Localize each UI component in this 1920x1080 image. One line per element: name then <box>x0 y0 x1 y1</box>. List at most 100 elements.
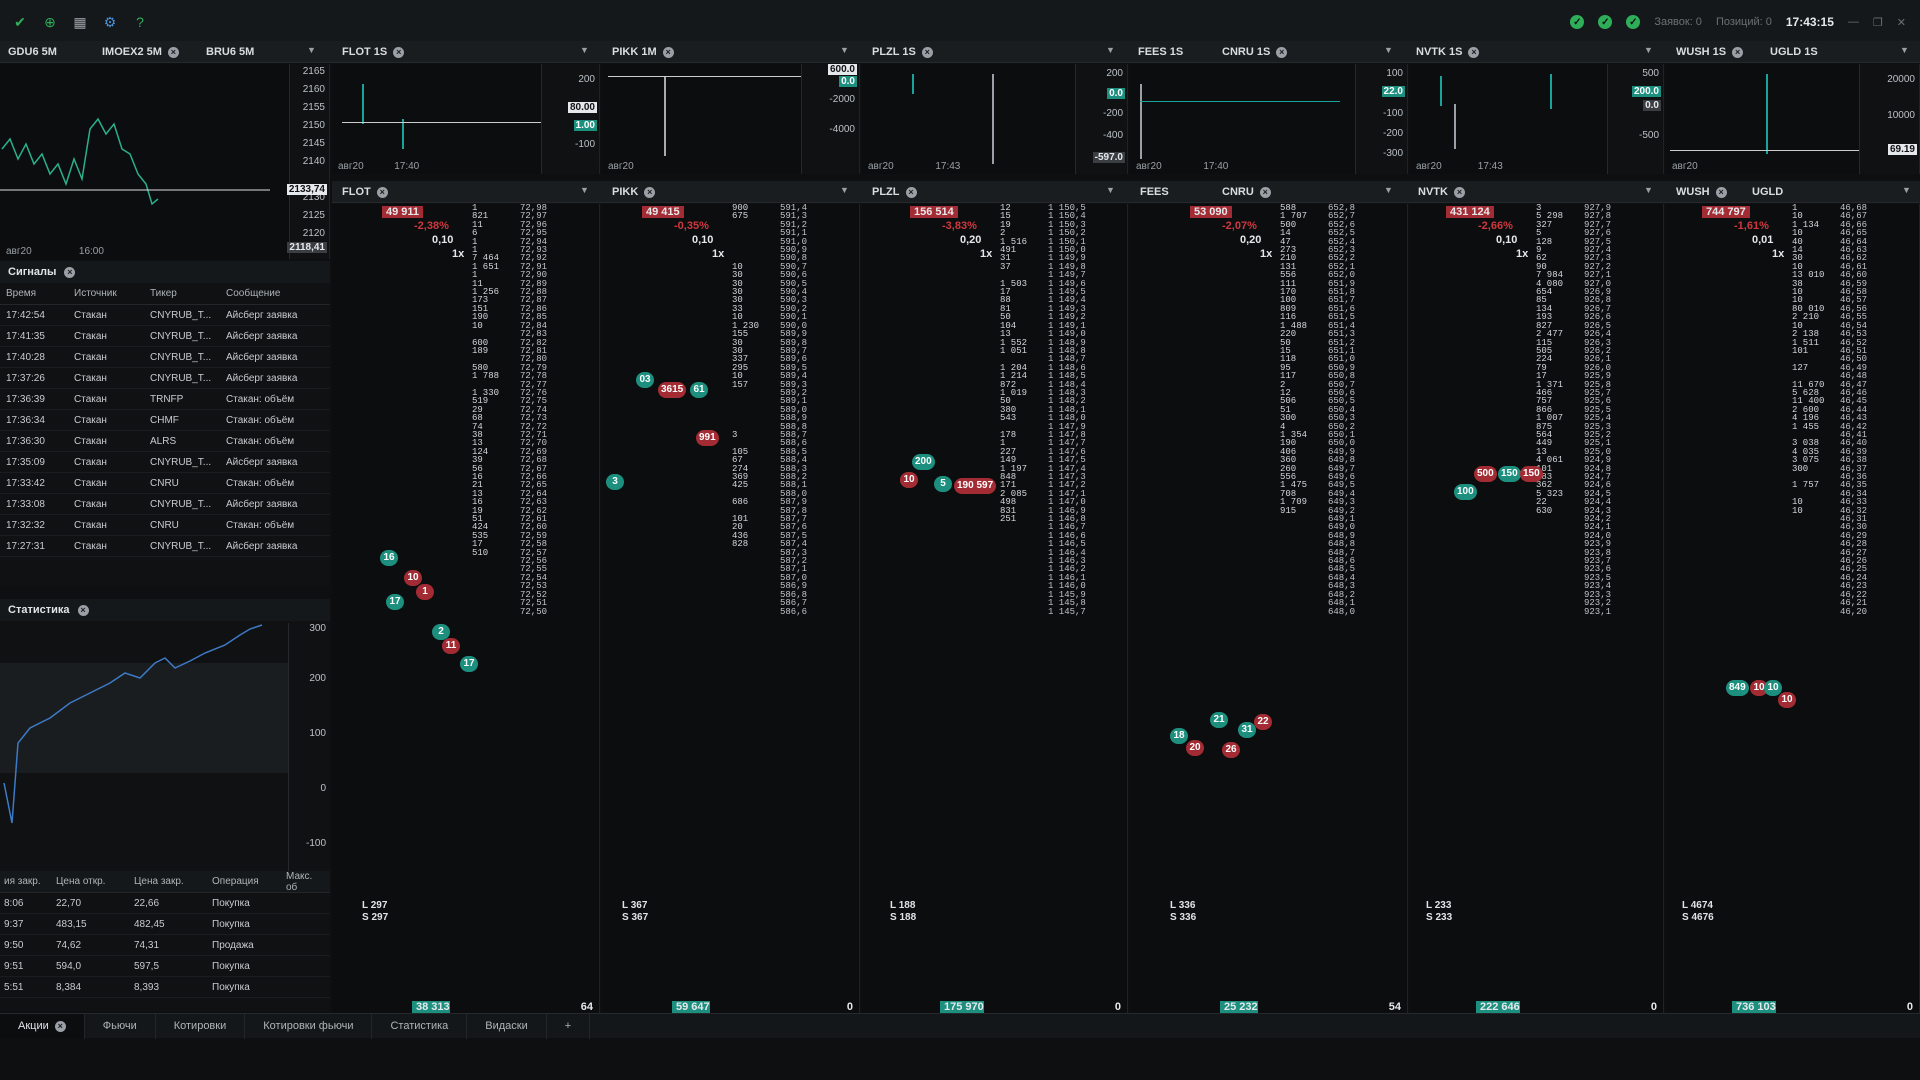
trade-row[interactable]: 9:37 483,15 482,45 Покупка <box>0 914 330 935</box>
add-tab-button[interactable]: + <box>547 1013 591 1039</box>
trade-bubble[interactable]: 991 <box>696 430 719 446</box>
chevron-down-icon[interactable]: ▼ <box>1644 45 1653 55</box>
tab-workspace[interactable]: Фьючи <box>85 1013 156 1039</box>
mini-chart-ugld[interactable]: 20000 10000 69.19 авг20 <box>1666 64 1920 174</box>
maximize-icon[interactable]: ❐ <box>1873 16 1883 29</box>
order-book-nvtk[interactable]: 431 124 -2,66% 0,10 1x 3 5 298 327 5 128… <box>1410 204 1664 1013</box>
price-ladder[interactable]: 72,98 72,97 72,96 72,95 72,94 72,93 72,9… <box>520 204 568 1013</box>
chevron-down-icon[interactable]: ▼ <box>1384 45 1393 55</box>
tab-workspace[interactable]: Видаски <box>467 1013 547 1039</box>
order-book-pikk[interactable]: 49 415 -0,35% 0,10 1x 900 675 10 30 30 3… <box>602 204 860 1013</box>
signal-row[interactable]: 17:42:54 Стакан CNYRUB_T... Айсберг заявка <box>0 305 330 326</box>
tab-chart[interactable]: NVTK 1S × <box>1416 44 1480 60</box>
chevron-down-icon[interactable]: ▼ <box>580 185 589 195</box>
tab-chart[interactable]: FLOT 1S × <box>342 44 405 60</box>
tab-chart[interactable]: IMOEX2 5M × <box>102 44 179 60</box>
mini-chart-cnru[interactable]: 100 -100 -200 -300 22.0 авг20 17:40 <box>1130 64 1408 174</box>
tab-orderbook[interactable]: FEES <box>1140 184 1169 200</box>
chevron-down-icon[interactable]: ▼ <box>1106 45 1115 55</box>
signal-row[interactable]: 17:36:34 Стакан CHMF Стакан: объём <box>0 410 330 431</box>
chevron-down-icon[interactable]: ▼ <box>1900 45 1909 55</box>
tab-orderbook[interactable]: CNRU × <box>1222 184 1271 200</box>
tab-chart[interactable]: PIKK 1M × <box>612 44 674 60</box>
trade-bubble[interactable]: 190 597 <box>954 478 997 494</box>
mini-chart-plzl[interactable]: 200 -200 -400 0.0 -597.0 авг20 17:43 <box>862 64 1128 174</box>
trade-bubble[interactable]: 22 <box>1254 714 1272 730</box>
tab-chart[interactable]: GDU6 5M <box>8 44 57 60</box>
order-book-cnru[interactable]: 53 090 -2,07% 0,20 1x 588 1 707 500 14 4… <box>1130 204 1408 1013</box>
orders-counter[interactable]: Заявок: 0 <box>1654 16 1702 28</box>
price-ladder[interactable]: 927,9 927,8 927,7 927,6 927,5 927,4 927,… <box>1584 204 1632 1013</box>
trade-bubble[interactable]: 3615 <box>658 382 687 398</box>
signal-row[interactable]: 17:37:26 Стакан CNYRUB_T... Айсберг заявка <box>0 368 330 389</box>
trade-bubble[interactable]: 5 <box>934 476 952 492</box>
trade-bubble[interactable]: 10 <box>404 570 422 586</box>
signal-row[interactable]: 17:32:32 Стакан CNRU Стакан: объём <box>0 515 330 536</box>
tab-chart[interactable]: UGLD 1S <box>1770 44 1818 60</box>
tab-orderbook[interactable]: UGLD <box>1752 184 1783 200</box>
trade-bubble[interactable]: 3 <box>606 474 624 490</box>
chevron-down-icon[interactable]: ▼ <box>840 45 849 55</box>
trade-bubble[interactable]: 10 <box>900 472 918 488</box>
trade-bubble[interactable]: 849 <box>1726 680 1749 696</box>
tab-workspace[interactable]: Котировки <box>156 1013 246 1039</box>
grid-icon[interactable]: ▦ <box>72 14 88 30</box>
tab-orderbook[interactable]: PIKK × <box>612 184 656 200</box>
trade-bubble[interactable]: 100 <box>1454 484 1477 500</box>
order-book-plzl[interactable]: 156 514 -3,83% 0,20 1x 12 15 19 2 1 516 … <box>862 204 1128 1013</box>
trade-bubble[interactable]: 03 <box>636 372 654 388</box>
minimize-icon[interactable]: — <box>1848 16 1859 28</box>
trade-bubble[interactable]: 200 <box>912 454 935 470</box>
chevron-down-icon[interactable]: ▼ <box>840 185 849 195</box>
tab-orderbook[interactable]: PLZL × <box>872 184 917 200</box>
trade-row[interactable]: 9:50 74,62 74,31 Продажа <box>0 935 330 956</box>
gear-icon[interactable]: ⚙ <box>102 14 118 30</box>
trade-bubble[interactable]: 11 <box>442 638 460 654</box>
close-icon[interactable]: × <box>64 266 76 278</box>
close-icon[interactable]: ✕ <box>1897 16 1906 29</box>
trade-row[interactable]: 8:06 22,70 22,66 Покупка <box>0 893 330 914</box>
tab-chart[interactable]: WUSH 1S × <box>1676 44 1744 60</box>
price-ladder[interactable]: 652,8 652,7 652,6 652,5 652,4 652,3 652,… <box>1328 204 1376 1013</box>
price-ladder[interactable]: 46,68 46,67 46,66 46,65 46,64 46,63 46,6… <box>1840 204 1888 1013</box>
chevron-down-icon[interactable]: ▼ <box>1106 185 1115 195</box>
signal-row[interactable]: 17:33:08 Стакан CNYRUB_T... Айсберг заявка <box>0 494 330 515</box>
trade-bubble[interactable]: 10 <box>1778 692 1796 708</box>
chevron-down-icon[interactable]: ▼ <box>580 45 589 55</box>
trade-bubble[interactable]: 21 <box>1210 712 1228 728</box>
trade-bubble[interactable]: 31 <box>1238 722 1256 738</box>
signal-row[interactable]: 17:33:42 Стакан CNRU Стакан: объём <box>0 473 330 494</box>
close-icon[interactable]: × <box>77 604 89 616</box>
signal-row[interactable]: 17:41:35 Стакан CNYRUB_T... Айсберг заявка <box>0 326 330 347</box>
order-book-flot[interactable]: 49 911 -2,38% 0,10 1x 1 821 11 6 1 1 7 4… <box>332 204 600 1013</box>
signal-row[interactable]: 17:40:28 Стакан CNYRUB_T... Айсберг заявка <box>0 347 330 368</box>
price-ladder[interactable]: 1 150,5 1 150,4 1 150,3 1 150,2 1 150,1 … <box>1048 204 1096 1013</box>
chevron-down-icon[interactable]: ▼ <box>1644 185 1653 195</box>
trade-bubble[interactable]: 17 <box>386 594 404 610</box>
trade-bubble[interactable]: 150 <box>1498 466 1521 482</box>
logo-check-icon[interactable]: ✔ <box>12 14 28 30</box>
chevron-down-icon[interactable]: ▼ <box>1384 185 1393 195</box>
trade-bubble[interactable]: 500 <box>1474 466 1497 482</box>
trade-row[interactable]: 9:51 594,0 597,5 Покупка <box>0 956 330 977</box>
trade-bubble[interactable]: 1 <box>416 584 434 600</box>
trade-bubble[interactable]: 26 <box>1222 742 1240 758</box>
trade-bubble[interactable]: 18 <box>1170 728 1188 744</box>
help-icon[interactable]: ? <box>132 14 148 30</box>
add-icon[interactable]: ⊕ <box>42 14 58 30</box>
tab-orderbook[interactable]: WUSH × <box>1676 184 1727 200</box>
signal-row[interactable]: 17:27:31 Стакан CNYRUB_T... Айсберг заявка <box>0 536 330 557</box>
chevron-down-icon[interactable]: ▼ <box>307 45 316 55</box>
mini-chart-pikk[interactable]: 600.0 -2000 -4000 0.0 авг20 <box>602 64 860 174</box>
trade-bubble[interactable]: 61 <box>690 382 708 398</box>
tab-workspace[interactable]: Котировки фьючи <box>245 1013 373 1039</box>
tab-workspace[interactable]: Статистика <box>372 1013 468 1039</box>
trade-row[interactable]: 5:51 8,384 8,393 Покупка <box>0 977 330 998</box>
mini-chart-flot[interactable]: 200 -100 80.00 1.00 авг20 17:40 <box>332 64 600 174</box>
signal-row[interactable]: 17:36:39 Стакан TRNFP Стакан: объём <box>0 389 330 410</box>
signal-row[interactable]: 17:36:30 Стакан ALRS Стакан: объём <box>0 431 330 452</box>
tab-workspace[interactable]: Акции × <box>0 1013 85 1039</box>
chevron-down-icon[interactable]: ▼ <box>1902 185 1911 195</box>
trade-bubble[interactable]: 16 <box>380 550 398 566</box>
positions-counter[interactable]: Позиций: 0 <box>1716 16 1772 28</box>
